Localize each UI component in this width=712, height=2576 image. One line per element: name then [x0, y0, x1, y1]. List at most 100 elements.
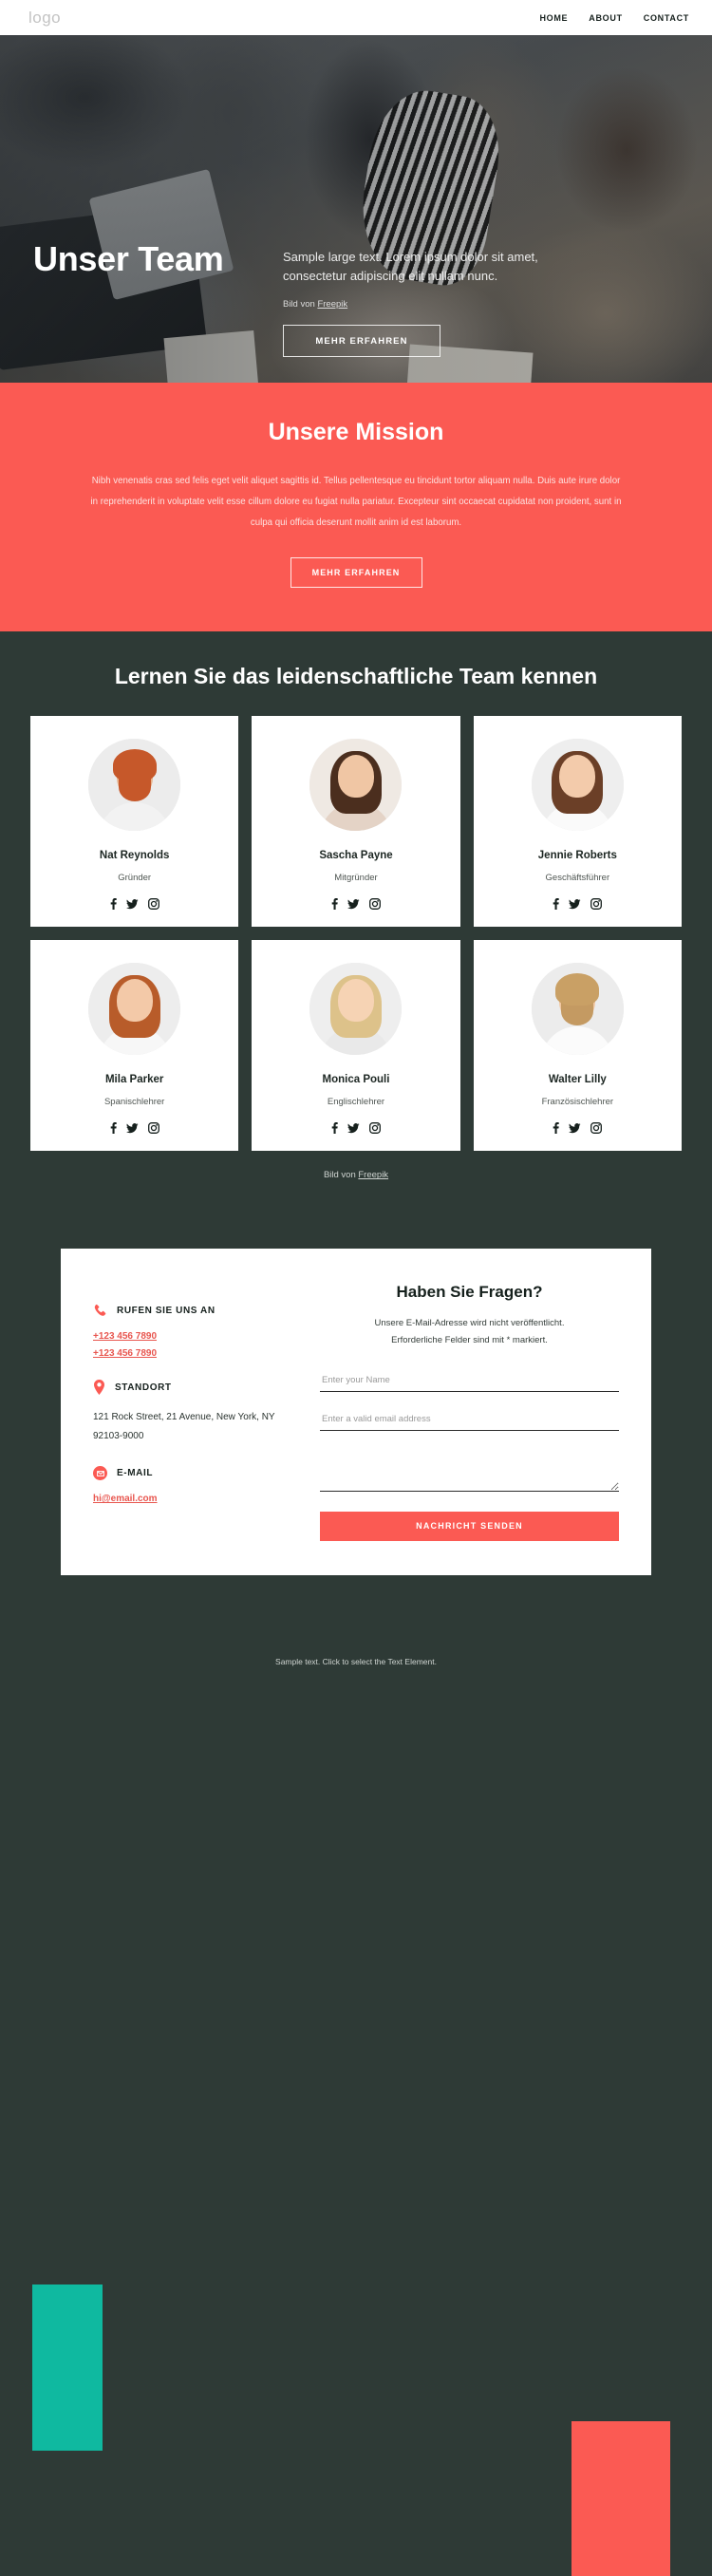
team-member-role: Geschäftsführer	[545, 873, 610, 884]
submit-button[interactable]: NACHRICHT SENDEN	[320, 1511, 619, 1541]
site-footer: Sample text. Click to select the Text El…	[0, 1635, 712, 1693]
instagram-icon[interactable]	[369, 898, 381, 911]
form-title: Haben Sie Fragen?	[396, 1283, 543, 1302]
location-pin-icon	[94, 1380, 104, 1396]
team-member-card[interactable]: Nat Reynolds Gründer	[30, 716, 239, 928]
hero-title-block: Unser Team	[33, 35, 275, 276]
twitter-icon[interactable]	[347, 1123, 360, 1134]
hero-cta-button[interactable]: MEHR ERFAHREN	[283, 325, 440, 358]
team-member-card[interactable]: Walter Lilly Französischlehrer	[473, 940, 682, 1152]
twitter-icon[interactable]	[569, 899, 581, 910]
avatar-hair	[555, 973, 600, 1006]
team-credit-link[interactable]: Freepik	[358, 1170, 388, 1180]
social-links	[483, 1122, 672, 1135]
instagram-icon[interactable]	[147, 898, 159, 911]
hero-subtitle: Sample large text. Lorem ipsum dolor sit…	[283, 250, 538, 284]
phone-icon	[94, 1305, 106, 1317]
contact-section: RUFEN SIE UNS AN +123 456 7890 +123 456 …	[0, 1180, 712, 2576]
team-member-card[interactable]: Sascha Payne Mitgründer	[252, 716, 460, 928]
hero-title: Unser Team	[33, 239, 224, 278]
avatar-head	[337, 755, 374, 799]
team-member-name: Nat Reynolds	[99, 850, 170, 862]
avatar	[88, 963, 181, 1056]
hero-credit-prefix: Bild von	[283, 299, 318, 310]
facebook-icon[interactable]	[110, 898, 117, 911]
team-credit-prefix: Bild von	[323, 1170, 359, 1181]
team-member-name: Walter Lilly	[548, 1074, 607, 1086]
team-member-role: Englischlehrer	[327, 1097, 385, 1108]
team-heading: Lernen Sie das leidenschaftliche Team ke…	[114, 664, 598, 689]
contact-email-block: E-MAIL hi@email.com	[93, 1466, 297, 1504]
team-member-role: Mitgründer	[334, 873, 378, 884]
main-navigation: HOME ABOUT CONTACT	[539, 13, 689, 23]
hero-content: Unser Team Sample large text. Lorem ipsu…	[0, 35, 712, 383]
avatar	[309, 963, 403, 1056]
avatar-head	[116, 979, 153, 1023]
form-note-line-1: Unsere E-Mail-Adresse wird nicht veröffe…	[374, 1318, 565, 1329]
team-section: Lernen Sie das leidenschaftliche Team ke…	[0, 631, 712, 1181]
contact-phone-link-2[interactable]: +123 456 7890	[93, 1348, 297, 1359]
team-grid: Nat Reynolds Gründer Sascha Payne Mitgrü…	[0, 716, 712, 1152]
social-links	[40, 898, 229, 911]
avatar	[88, 739, 181, 832]
contact-location-title: STANDORT	[115, 1382, 172, 1393]
contact-phone-link-1[interactable]: +123 456 7890	[93, 1331, 297, 1342]
team-member-card[interactable]: Monica Pouli Englischlehrer	[252, 940, 460, 1152]
team-member-name: Mila Parker	[104, 1074, 164, 1086]
footer-text[interactable]: Sample text. Click to select the Text El…	[275, 1657, 437, 1666]
team-member-name: Monica Pouli	[322, 1074, 390, 1086]
twitter-icon[interactable]	[125, 1123, 139, 1134]
contact-address-line-2: 92103-9000	[93, 1430, 144, 1441]
mission-section: Unsere Mission Nibh venenatis cras sed f…	[0, 383, 712, 632]
email-icon	[93, 1466, 107, 1481]
instagram-icon[interactable]	[590, 1122, 603, 1135]
team-member-name: Sascha Payne	[319, 850, 393, 862]
contact-email-header: E-MAIL	[93, 1466, 297, 1481]
twitter-icon[interactable]	[125, 899, 139, 910]
team-member-card[interactable]: Jennie Roberts Geschäftsführer	[473, 716, 682, 928]
facebook-icon[interactable]	[331, 898, 338, 911]
avatar-hair	[112, 749, 157, 782]
avatar-head	[337, 979, 374, 1023]
name-input[interactable]	[320, 1370, 619, 1392]
form-note: Unsere E-Mail-Adresse wird nicht veröffe…	[320, 1315, 619, 1348]
mission-heading: Unsere Mission	[268, 419, 444, 445]
social-links	[261, 1122, 450, 1135]
team-member-role: Gründer	[118, 873, 152, 884]
nav-item-about[interactable]: ABOUT	[589, 13, 623, 23]
hero-credit-link[interactable]: Freepik	[317, 299, 347, 310]
facebook-icon[interactable]	[110, 1122, 117, 1135]
contact-phone-title: RUFEN SIE UNS AN	[117, 1306, 215, 1317]
site-header: logo HOME ABOUT CONTACT	[0, 0, 712, 35]
avatar	[531, 963, 624, 1056]
email-input[interactable]	[320, 1409, 619, 1431]
instagram-icon[interactable]	[590, 898, 603, 911]
contact-email-link[interactable]: hi@email.com	[93, 1494, 297, 1504]
facebook-icon[interactable]	[553, 1122, 560, 1135]
contact-details: RUFEN SIE UNS AN +123 456 7890 +123 456 …	[93, 1281, 297, 1540]
team-member-role: Spanischlehrer	[103, 1097, 165, 1108]
facebook-icon[interactable]	[331, 1122, 338, 1135]
avatar	[309, 739, 403, 832]
site-logo[interactable]: logo	[28, 9, 61, 28]
instagram-icon[interactable]	[147, 1122, 159, 1135]
nav-item-contact[interactable]: CONTACT	[644, 13, 689, 23]
message-textarea[interactable]	[320, 1447, 619, 1492]
contact-phone-block: RUFEN SIE UNS AN +123 456 7890 +123 456 …	[93, 1304, 297, 1359]
team-member-card[interactable]: Mila Parker Spanischlehrer	[30, 940, 239, 1152]
team-member-role: Französischlehrer	[541, 1097, 614, 1108]
form-note-line-2: Erforderliche Felder sind mit * markiert…	[391, 1335, 548, 1346]
contact-email-title: E-MAIL	[117, 1468, 154, 1479]
contact-card: RUFEN SIE UNS AN +123 456 7890 +123 456 …	[61, 1249, 651, 1575]
social-links	[483, 898, 672, 911]
social-links	[261, 898, 450, 911]
mission-cta-button[interactable]: MEHR ERFAHREN	[290, 557, 422, 589]
contact-location-block: STANDORT 121 Rock Street, 21 Avenue, New…	[93, 1380, 297, 1445]
twitter-icon[interactable]	[569, 1123, 581, 1134]
contact-phone-header: RUFEN SIE UNS AN	[93, 1304, 297, 1318]
instagram-icon[interactable]	[369, 1122, 381, 1135]
facebook-icon[interactable]	[553, 898, 560, 911]
team-image-credit: Bild von Freepik	[0, 1151, 712, 1180]
twitter-icon[interactable]	[347, 899, 360, 910]
nav-item-home[interactable]: HOME	[539, 13, 568, 23]
